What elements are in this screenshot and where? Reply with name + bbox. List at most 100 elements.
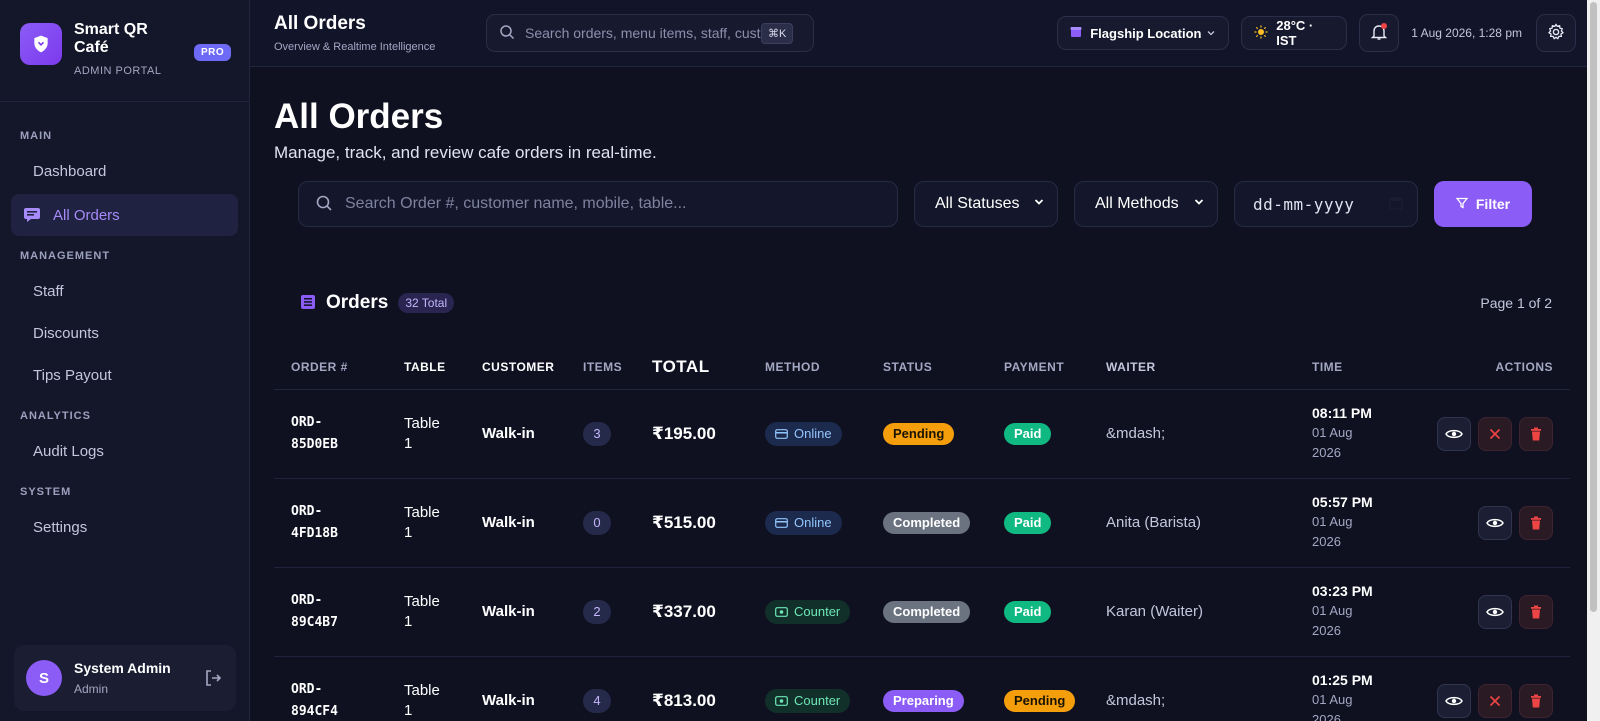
delete-order-button[interactable] bbox=[1519, 594, 1553, 629]
orders-total-badge: 32 Total bbox=[398, 293, 455, 313]
order-search-input[interactable] bbox=[345, 195, 881, 213]
brand: Smart QR Café ADMIN PORTAL PRO bbox=[0, 0, 249, 102]
table-number: 1 bbox=[404, 523, 413, 541]
order-date: 01 Aug bbox=[1312, 602, 1353, 618]
location-selector[interactable]: Flagship Location bbox=[1057, 16, 1230, 50]
page-scrollbar[interactable] bbox=[1587, 0, 1600, 721]
orders-title: Orders bbox=[326, 292, 389, 313]
page-info: Page 1 of 2 bbox=[1480, 295, 1552, 311]
search-icon bbox=[499, 24, 515, 43]
order-id: 89C4B7 bbox=[291, 614, 338, 630]
sidebar-item-tips-payout[interactable]: Tips Payout bbox=[11, 354, 238, 396]
status-badge: Pending bbox=[883, 422, 955, 445]
order-total: ₹337.00 bbox=[652, 567, 765, 657]
order-time: 05:57 PM bbox=[1312, 493, 1373, 510]
delete-order-button[interactable] bbox=[1519, 505, 1553, 540]
notifications-button[interactable] bbox=[1359, 14, 1400, 52]
items-count: 4 bbox=[583, 688, 611, 713]
view-order-button[interactable] bbox=[1437, 416, 1471, 451]
topbar: All Orders Overview & Realtime Intellige… bbox=[250, 0, 1600, 67]
global-search-input[interactable] bbox=[525, 25, 761, 41]
order-year: 2026 bbox=[1312, 711, 1341, 721]
waiter-name: Karan (Waiter) bbox=[1106, 567, 1312, 657]
cash-icon bbox=[775, 606, 788, 617]
sidebar-item-settings[interactable]: Settings bbox=[11, 506, 238, 548]
topbar-subtitle: Overview & Realtime Intelligence bbox=[274, 41, 436, 53]
cancel-order-button[interactable] bbox=[1478, 416, 1512, 451]
sidebar-item-all-orders[interactable]: All Orders bbox=[11, 194, 238, 236]
eye-icon bbox=[1445, 429, 1463, 438]
sidebar-item-dashboard[interactable]: Dashboard bbox=[11, 150, 238, 192]
sidebar-item-discounts[interactable]: Discounts bbox=[11, 312, 238, 354]
scrollbar-thumb[interactable] bbox=[1590, 2, 1597, 612]
store-icon bbox=[1070, 26, 1082, 41]
status-select-value: All Statuses bbox=[935, 195, 1020, 212]
table-row: ORD- 4FD18B Table 1 Walk-in 0 ₹515.00 Onli… bbox=[274, 478, 1570, 568]
delete-order-button[interactable] bbox=[1519, 416, 1553, 451]
table-label: Table bbox=[404, 681, 440, 699]
method-label: Counter bbox=[794, 693, 841, 708]
settings-button[interactable] bbox=[1536, 14, 1576, 52]
table-number: 1 bbox=[404, 612, 413, 630]
sidebar-item-staff[interactable]: Staff bbox=[11, 270, 238, 312]
payment-badge: Pending bbox=[1004, 689, 1076, 712]
trash-icon bbox=[1531, 694, 1541, 707]
sidebar-item-audit-logs[interactable]: Audit Logs bbox=[11, 430, 238, 472]
list-icon bbox=[300, 294, 316, 313]
order-id-prefix: ORD- bbox=[291, 592, 323, 608]
filter-button[interactable]: Filter bbox=[1434, 181, 1532, 227]
pro-badge: PRO bbox=[194, 44, 232, 61]
order-date: 01 Aug bbox=[1312, 691, 1353, 707]
view-order-button[interactable] bbox=[1478, 505, 1512, 540]
nav-section-main: MAIN bbox=[20, 130, 53, 142]
sidebar-item-label: Staff bbox=[33, 282, 64, 300]
global-search: ⌘K bbox=[486, 14, 814, 52]
status-select[interactable]: All Statuses bbox=[914, 181, 1058, 227]
col-order: ORDER # bbox=[274, 345, 404, 390]
order-time: 03:23 PM bbox=[1312, 582, 1373, 599]
view-order-button[interactable] bbox=[1437, 683, 1471, 718]
topbar-title: All Orders bbox=[274, 13, 366, 34]
order-year: 2026 bbox=[1312, 622, 1341, 638]
calendar-icon[interactable] bbox=[1389, 195, 1403, 214]
order-search bbox=[298, 181, 898, 227]
cancel-order-button[interactable] bbox=[1478, 683, 1512, 718]
logout-icon[interactable] bbox=[202, 667, 224, 689]
view-order-button[interactable] bbox=[1478, 594, 1512, 629]
items-count: 3 bbox=[583, 421, 611, 446]
col-status: STATUS bbox=[883, 345, 1004, 390]
brand-subtitle: ADMIN PORTAL bbox=[74, 65, 162, 77]
status-badge: Completed bbox=[883, 600, 971, 623]
col-customer: CUSTOMER bbox=[482, 345, 583, 390]
sun-icon bbox=[1254, 25, 1268, 42]
method-label: Online bbox=[794, 515, 832, 530]
col-payment: PAYMENT bbox=[1004, 345, 1106, 390]
close-icon bbox=[1489, 695, 1501, 706]
waiter-name: &mdash; bbox=[1106, 389, 1312, 479]
table-row: ORD- 894CF4 Table 1 Walk-in 4 ₹813.00 Coun… bbox=[274, 656, 1570, 721]
col-waiter: WAITER bbox=[1106, 345, 1312, 390]
orders-page: All Orders Manage, track, and review caf… bbox=[250, 97, 1600, 721]
date-input[interactable]: dd-mm-yyyy bbox=[1234, 181, 1418, 227]
eye-icon bbox=[1486, 607, 1504, 616]
delete-order-button[interactable] bbox=[1519, 683, 1553, 718]
chevron-down-icon bbox=[1193, 195, 1205, 213]
payment-badge: Paid bbox=[1004, 511, 1052, 534]
table-number: 1 bbox=[404, 701, 413, 719]
nav-section-analytics: ANALYTICS bbox=[20, 410, 91, 422]
method-label: Online bbox=[794, 426, 832, 441]
gear-icon bbox=[1547, 22, 1565, 44]
nav-section-management: MANAGEMENT bbox=[20, 250, 111, 262]
nav-section-system: SYSTEM bbox=[20, 486, 72, 498]
items-count: 2 bbox=[583, 599, 611, 624]
close-icon bbox=[1489, 428, 1501, 439]
sidebar-item-label: Tips Payout bbox=[33, 366, 112, 384]
order-date: 01 Aug bbox=[1312, 513, 1353, 529]
payment-badge: Paid bbox=[1004, 600, 1052, 623]
method-select[interactable]: All Methods bbox=[1074, 181, 1218, 227]
avatar: S bbox=[26, 660, 62, 696]
receipt-icon bbox=[23, 206, 41, 224]
items-count: 0 bbox=[583, 510, 611, 535]
table-number: 1 bbox=[404, 434, 413, 452]
customer-name: Walk-in bbox=[482, 389, 583, 479]
